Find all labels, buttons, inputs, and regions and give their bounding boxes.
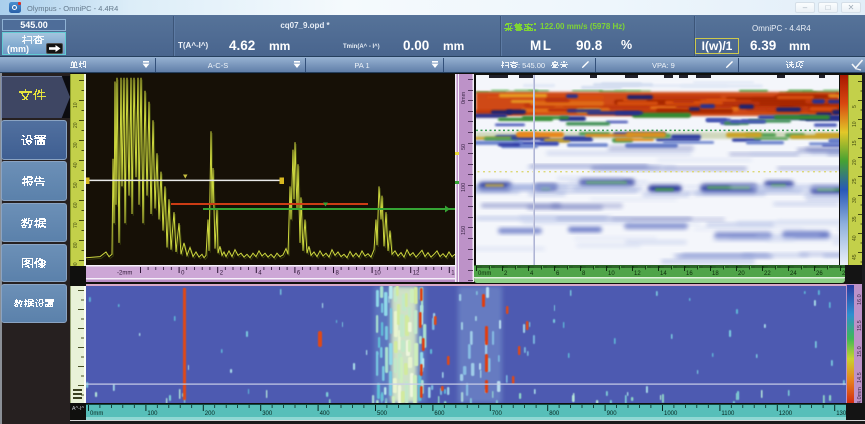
svg-text:1100: 1100 <box>721 411 735 417</box>
svg-text:100: 100 <box>147 411 158 417</box>
svg-text:14: 14 <box>660 271 667 277</box>
svg-text:15: 15 <box>852 140 858 146</box>
svg-text:35: 35 <box>852 216 858 222</box>
svg-text:1300: 1300 <box>836 411 846 417</box>
svg-text:12: 12 <box>634 271 641 277</box>
svg-text:40: 40 <box>73 162 79 168</box>
svg-text:-2mm: -2mm <box>117 271 132 277</box>
svg-text:12: 12 <box>413 271 420 277</box>
svg-text:0mm: 0mm <box>478 271 491 277</box>
svg-text:5: 5 <box>852 105 858 108</box>
svg-text:200: 200 <box>205 411 216 417</box>
svg-text:30: 30 <box>852 197 858 203</box>
svg-text:300: 300 <box>262 411 273 417</box>
svg-text:100: 100 <box>461 183 467 192</box>
svg-text:700: 700 <box>492 411 503 417</box>
svg-text:600: 600 <box>434 411 445 417</box>
svg-text:45: 45 <box>852 254 858 260</box>
svg-text:50: 50 <box>461 144 467 150</box>
svg-text:50: 50 <box>73 182 79 188</box>
svg-text:10: 10 <box>852 121 858 127</box>
svg-text:0mm: 0mm <box>90 411 103 417</box>
svg-text:10: 10 <box>73 102 79 108</box>
svg-text:1000: 1000 <box>664 411 678 417</box>
svg-text:20: 20 <box>738 271 745 277</box>
svg-text:70: 70 <box>73 222 79 228</box>
svg-text:25: 25 <box>852 178 858 184</box>
svg-text:24: 24 <box>790 271 797 277</box>
svg-text:10: 10 <box>374 271 381 277</box>
svg-text:0mm: 0mm <box>461 91 467 104</box>
svg-text:900: 900 <box>607 411 618 417</box>
svg-text:400: 400 <box>320 411 331 417</box>
svg-text:150: 150 <box>461 226 467 235</box>
svg-text:60: 60 <box>73 202 79 208</box>
svg-text:1200: 1200 <box>779 411 793 417</box>
svg-text:18: 18 <box>712 271 719 277</box>
svg-text:26: 26 <box>816 271 823 277</box>
svg-text:22: 22 <box>764 271 771 277</box>
svg-text:16: 16 <box>686 271 693 277</box>
svg-text:10: 10 <box>608 271 615 277</box>
svg-text:90: 90 <box>73 262 79 266</box>
svg-text:20: 20 <box>852 159 858 165</box>
svg-text:20: 20 <box>73 122 79 128</box>
svg-text:40: 40 <box>852 235 858 241</box>
svg-text:30: 30 <box>73 142 79 148</box>
svg-text:80: 80 <box>73 242 79 248</box>
svg-text:500: 500 <box>377 411 388 417</box>
svg-text:800: 800 <box>549 411 560 417</box>
